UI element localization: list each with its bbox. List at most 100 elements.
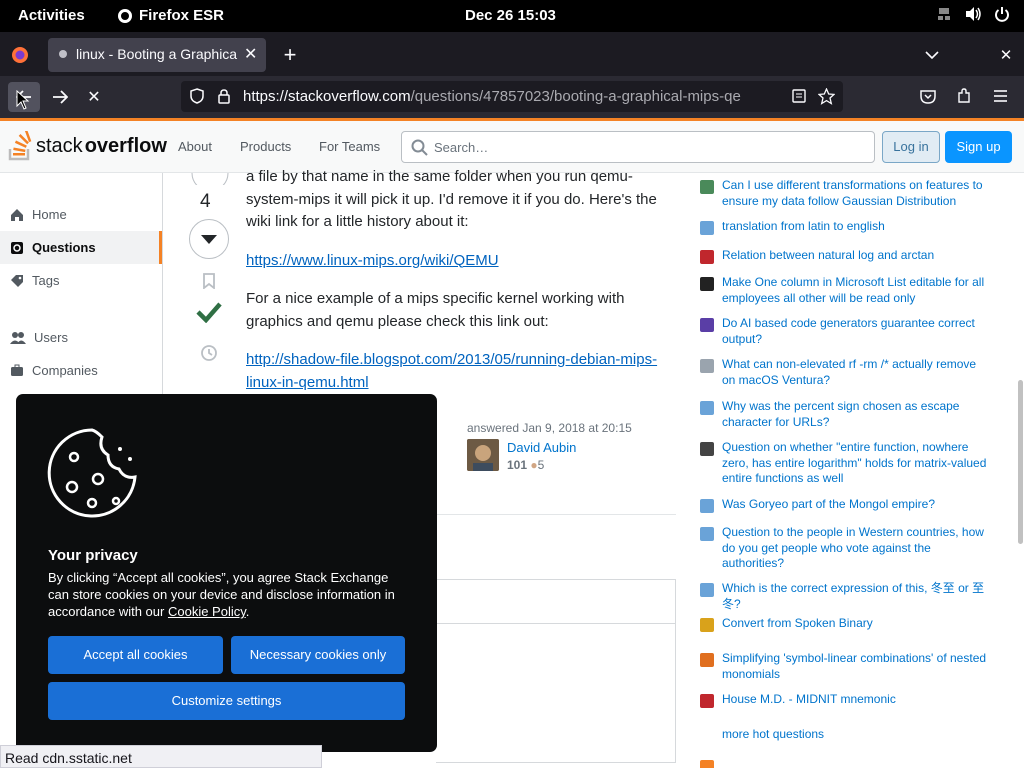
tracking-protection-icon[interactable] (189, 88, 205, 104)
stop-loading-icon[interactable]: ✕ (80, 82, 108, 112)
dialog-heading: Your privacy (48, 547, 138, 564)
necessary-cookies-button[interactable]: Necessary cookies only (231, 636, 405, 674)
tag-icon (11, 274, 23, 287)
page-scrollbar[interactable] (1018, 380, 1023, 544)
nav-for-teams[interactable]: For Teams (319, 139, 380, 154)
answer-editor-textarea[interactable] (436, 623, 676, 763)
bronze-badge-icon: ● (530, 458, 538, 472)
nav-products[interactable]: Products (240, 139, 291, 154)
hot-question-title[interactable]: translation from latin to english (722, 219, 992, 235)
divider (436, 514, 676, 515)
sidebar-label-tags: Tags (32, 273, 60, 288)
sidebar-item-tags[interactable]: Tags (0, 264, 162, 297)
site-favicon-icon (700, 499, 714, 513)
app-menu-icon[interactable] (990, 86, 1010, 106)
bookmark-button[interactable] (201, 272, 217, 290)
site-favicon-icon (700, 442, 714, 456)
url-path: /questions/47857023/booting-a-graphical-… (410, 88, 741, 105)
hot-question-title[interactable]: Question to the people in Western countr… (722, 525, 992, 572)
caret-down-icon (201, 234, 217, 244)
hot-question-title[interactable]: Make One column in Microsoft List editab… (722, 275, 992, 306)
answered-timestamp[interactable]: answered Jan 9, 2018 at 20:15 (467, 421, 632, 435)
firefox-view-icon[interactable] (8, 44, 32, 66)
app-menu[interactable]: Firefox ESR (117, 7, 224, 24)
page-favicon-icon (57, 48, 69, 60)
hot-question-title[interactable]: House M.D. - MIDNIT mnemonic (722, 692, 992, 708)
questions-icon (11, 241, 23, 254)
hot-question-title[interactable]: Which is the correct expression of this,… (722, 581, 992, 612)
hot-question-title[interactable]: What can non-elevated rf -rm /* actually… (722, 357, 992, 388)
site-header: stack overflow About Products For Teams S… (0, 118, 1024, 173)
nav-about[interactable]: About (178, 139, 212, 154)
qemu-wiki-link[interactable]: https://www.linux-mips.org/wiki/QEMU (246, 252, 499, 269)
site-search-input[interactable]: Search… (401, 131, 875, 163)
url-bar[interactable]: https://stackoverflow.com/questions/4785… (181, 81, 843, 112)
activities-button[interactable]: Activities (18, 7, 85, 24)
answer-body: a file by that name in the same folder w… (246, 166, 666, 410)
answer-paragraph: For a nice example of a mips specific ke… (246, 290, 625, 330)
question-feed-link[interactable] (700, 760, 714, 768)
firefox-icon (118, 8, 132, 23)
sidebar-item-users[interactable]: Users (0, 321, 162, 354)
upvote-button[interactable] (190, 173, 230, 185)
hot-question-title[interactable]: Convert from Spoken Binary (722, 616, 992, 632)
customize-settings-button[interactable]: Customize settings (48, 682, 405, 720)
hot-question-title[interactable]: Question on whether "entire function, no… (722, 440, 992, 487)
close-window-icon[interactable]: ✕ (996, 44, 1016, 66)
browser-status-bar: Read cdn.sstatic.net (0, 745, 322, 768)
sidebar-item-home[interactable]: Home (0, 198, 162, 231)
bronze-badge-count: 5 (537, 458, 545, 472)
answer-paragraph: a file by that name in the same folder w… (246, 168, 657, 230)
site-logo[interactable]: stack overflow (8, 131, 167, 161)
hot-question-title[interactable]: Was Goryeo part of the Mongol empire? (722, 497, 992, 513)
sidebar-item-companies[interactable]: Companies (0, 354, 162, 387)
site-favicon-icon (700, 318, 714, 332)
sidebar-item-questions[interactable]: Questions (0, 231, 162, 264)
tab-title: linux - Booting a Graphica (76, 46, 238, 62)
sidebar-label-companies: Companies (32, 363, 98, 378)
sidebar-label-home: Home (32, 207, 67, 222)
history-icon (201, 345, 217, 361)
reputation-score: 101 (507, 458, 528, 472)
lock-icon[interactable] (217, 88, 231, 104)
logo-text-overflow: overflow (84, 134, 167, 157)
vote-count: 4 (200, 191, 211, 212)
mouse-pointer-icon (16, 90, 30, 110)
system-tray[interactable] (936, 6, 1010, 22)
volume-icon (966, 7, 981, 21)
hot-question-title[interactable]: Relation between natural log and arctan (722, 248, 992, 264)
forward-button[interactable] (46, 82, 74, 112)
more-hot-questions-label[interactable]: more hot questions (722, 727, 992, 743)
accept-all-cookies-button[interactable]: Accept all cookies (48, 636, 223, 674)
hot-question-title[interactable]: Simplifying 'symbol-linear combinations'… (722, 651, 992, 682)
cookie-policy-link[interactable]: Cookie Policy (168, 604, 246, 619)
bookmark-star-icon[interactable] (817, 87, 835, 105)
logo-text-stack: stack (36, 134, 83, 157)
avatar[interactable] (467, 439, 499, 471)
hot-question-title[interactable]: Do AI based code generators guarantee co… (722, 316, 992, 347)
briefcase-icon (11, 364, 23, 376)
hot-question-title[interactable]: Why was the percent sign chosen as escap… (722, 399, 992, 430)
clock[interactable]: Dec 26 15:03 (465, 7, 556, 24)
tab-active[interactable]: linux - Booting a Graphica ✕ (48, 38, 266, 72)
history-button[interactable] (199, 343, 219, 363)
stack-logo-icon (8, 131, 32, 161)
list-tabs-icon[interactable] (922, 44, 942, 66)
new-tab-icon[interactable]: + (280, 42, 300, 67)
site-favicon-icon (700, 221, 714, 235)
shadow-file-link[interactable]: http://shadow-file.blogspot.com/2013/05/… (246, 351, 657, 391)
hot-question-title[interactable]: Can I use different transformations on f… (722, 178, 992, 209)
reader-view-icon[interactable] (791, 88, 807, 104)
extensions-icon[interactable] (954, 86, 974, 106)
downvote-button[interactable] (189, 219, 229, 259)
user-name-link[interactable]: David Aubin (507, 440, 576, 455)
answer-user-card: answered Jan 9, 2018 at 20:15 David Aubi… (462, 416, 676, 476)
login-button[interactable]: Log in (882, 131, 940, 163)
tab-close-icon[interactable]: ✕ (244, 44, 257, 64)
signup-button[interactable]: Sign up (945, 131, 1012, 163)
search-placeholder: Search… (434, 140, 489, 155)
site-favicon-icon (700, 359, 714, 373)
bookmark-icon (203, 273, 215, 289)
pocket-icon[interactable] (918, 86, 938, 106)
cookie-icon (47, 428, 137, 518)
